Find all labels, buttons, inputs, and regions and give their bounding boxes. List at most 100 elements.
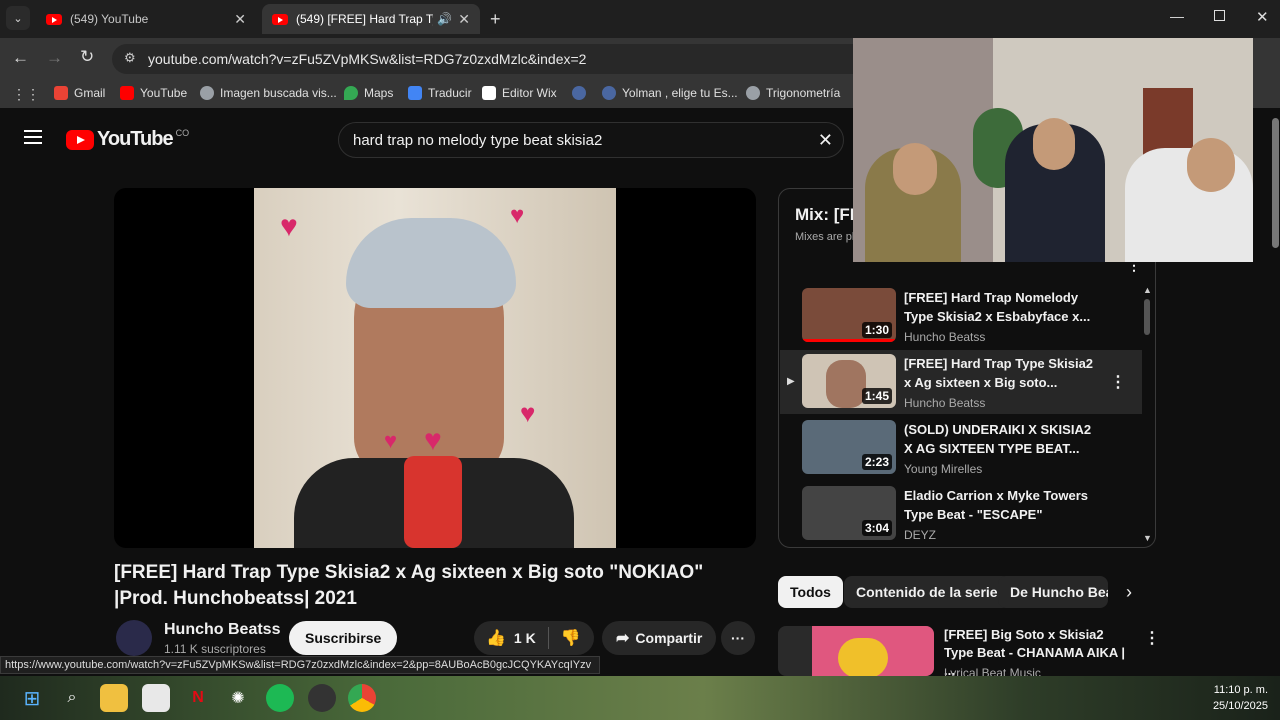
search-input[interactable]: hard trap no melody type beat skisia2 ✕ (338, 122, 844, 158)
youtube-logo[interactable]: YouTube CO (66, 128, 189, 151)
mix-subtitle: Mixes are playlists YouTube makes for yo… (795, 231, 855, 243)
panel-scrollbar[interactable] (1144, 299, 1150, 335)
like-count[interactable]: 1 K (514, 630, 536, 646)
clear-search-icon[interactable]: ✕ (818, 130, 833, 151)
bookmark-youtube[interactable]: YouTube (120, 86, 187, 100)
playlist-item-channel: Huncho Beatss (904, 330, 986, 344)
playlist-item-current[interactable]: ▶ 1:45 [FREE] Hard Trap Type Skisia2 x A… (780, 350, 1142, 414)
recommended-thumbnail[interactable] (778, 626, 934, 676)
silver-hair (346, 218, 516, 308)
bookmark-label: Yolman , elige tu Es... (622, 86, 738, 100)
channel-avatar[interactable] (116, 620, 152, 656)
subscribe-button[interactable]: Suscribirse (289, 621, 398, 655)
item-menu-icon[interactable]: ⋮ (1110, 372, 1126, 392)
file-explorer-icon[interactable] (100, 684, 128, 712)
search-query: hard trap no melody type beat skisia2 (353, 132, 603, 149)
apps-grid-icon[interactable]: ⋮⋮ (12, 86, 40, 103)
playlist-item-title: [FREE] Hard Trap Nomelody Type Skisia2 x… (904, 290, 1091, 324)
store-icon[interactable] (142, 684, 170, 712)
clock-time[interactable]: 11:10 p. m. (1196, 684, 1268, 696)
bookmark-wix[interactable]: Editor Wix (482, 86, 557, 100)
recommended-menu-icon[interactable]: ⋮ (1144, 628, 1160, 648)
back-icon[interactable]: ← (12, 48, 29, 68)
playlist-item[interactable]: 2:23 (SOLD) UNDERAIKI X SKISIA2 X AG SIX… (780, 416, 1142, 480)
windows-start-icon[interactable]: ⊞ (18, 684, 46, 712)
bookmark-label: Trigonometría (766, 86, 841, 100)
face (1033, 118, 1075, 170)
bookmark-imagen[interactable]: Imagen buscada vis... (200, 86, 337, 100)
bookmark-globe[interactable] (572, 86, 592, 100)
menu-icon[interactable] (24, 130, 42, 144)
speaker-icon[interactable]: 🔊 (437, 12, 452, 26)
like-icon[interactable]: 👍 (486, 628, 506, 648)
heart-icon: ♥ (280, 210, 298, 243)
playlist-item-channel: Young Mirelles (904, 462, 983, 476)
bookmark-yolman[interactable]: Yolman , elige tu Es... (602, 86, 738, 100)
share-button[interactable]: ➦ Compartir (602, 621, 717, 655)
close-window-icon[interactable]: ✕ (1256, 8, 1269, 26)
search-icon[interactable]: ⌕ (58, 684, 86, 712)
chrome-icon[interactable] (348, 684, 376, 712)
youtube-logo-text: YouTube (97, 128, 174, 150)
close-tab-icon[interactable]: ✕ (234, 11, 246, 28)
playlist-item-title: Eladio Carrion x Myke Towers Type Beat -… (904, 488, 1088, 522)
netflix-icon[interactable]: N (184, 684, 212, 712)
maps-icon (344, 86, 358, 100)
address-bar[interactable]: ⚙ youtube.com/watch?v=zFu5ZVpMKSw&list=R… (112, 44, 872, 74)
duration-badge: 2:23 (861, 454, 892, 470)
clock-date[interactable]: 25/10/2025 (1196, 700, 1268, 712)
dislike-icon[interactable]: 👎 (561, 628, 581, 648)
video-player[interactable]: ♥ ♥ ♥ ♥ ♥ (114, 188, 756, 548)
chatgpt-icon[interactable]: ✺ (224, 684, 252, 712)
chevron-right-icon[interactable]: › (1126, 582, 1132, 603)
duration-badge: 3:04 (861, 520, 892, 536)
new-tab-icon[interactable]: + (490, 9, 501, 30)
channel-name[interactable]: Huncho Beatss (164, 621, 280, 639)
tab-current-video[interactable]: (549) [FREE] Hard Trap Type Skisia2 x Ag… (262, 4, 480, 34)
mix-title: Mix: [FREE] Hard Trap Type Skisia2 (795, 205, 855, 224)
tab-youtube-home[interactable]: (549) YouTube ✕ (36, 4, 256, 34)
bookmark-maps[interactable]: Maps (344, 86, 393, 100)
url-text: youtube.com/watch?v=zFu5ZVpMKSw&list=RDG… (148, 51, 587, 67)
chip-serie[interactable]: Contenido de la serie (844, 576, 1010, 608)
app-icon[interactable] (308, 684, 336, 712)
minimize-icon[interactable]: — (1170, 8, 1184, 24)
bookmark-label: Imagen buscada vis... (220, 86, 337, 100)
bookmark-trigonometria[interactable]: Trigonometría (746, 86, 840, 100)
globe-icon (200, 86, 214, 100)
duration-badge: 1:45 (861, 388, 892, 404)
share-label: Compartir (635, 630, 703, 646)
translate-icon (408, 86, 422, 100)
reload-icon[interactable]: ↻ (80, 47, 94, 67)
video-frame: ♥ ♥ ♥ ♥ ♥ (254, 188, 616, 548)
divider (547, 627, 549, 649)
scroll-up-icon[interactable]: ▲ (1143, 285, 1152, 295)
chip-huncho[interactable]: De Huncho Beatss (998, 576, 1108, 608)
bookmark-label: Maps (364, 86, 394, 100)
globe-icon (602, 86, 616, 100)
youtube-favicon-icon (272, 13, 288, 25)
youtube-favicon-icon (46, 13, 62, 25)
youtube-play-icon (66, 129, 94, 150)
chip-todos[interactable]: Todos (778, 576, 843, 608)
bookmark-traducir[interactable]: Traducir (408, 86, 472, 100)
tab-title: (549) [FREE] Hard Trap Type Skisia2 x Ag… (296, 12, 433, 26)
site-settings-icon[interactable]: ⚙ (124, 50, 136, 66)
forward-icon[interactable]: → (46, 48, 63, 68)
video-thumbnail: 3:04 (802, 486, 896, 540)
bookmark-gmail[interactable]: Gmail (54, 86, 105, 100)
scroll-down-icon[interactable]: ▼ (1143, 533, 1152, 543)
spotify-icon[interactable] (266, 684, 294, 712)
share-icon: ➦ (616, 630, 630, 647)
playlist-item-title: (SOLD) UNDERAIKI X SKISIA2 X AG SIXTEEN … (904, 422, 1092, 456)
tab-search-icon[interactable]: ⌄ (6, 6, 30, 30)
playlist-item[interactable]: 1:30 [FREE] Hard Trap Nomelody Type Skis… (780, 284, 1142, 348)
playlist-item-title: [FREE] Hard Trap Type Skisia2 x Ag sixte… (904, 356, 1094, 390)
like-dislike-group: 👍 1 K 👎 (474, 621, 594, 655)
maximize-icon[interactable] (1214, 10, 1225, 21)
playlist-item[interactable]: 3:04 Eladio Carrion x Myke Towers Type B… (780, 482, 1142, 546)
more-actions-button[interactable]: ··· (721, 621, 755, 655)
close-tab-icon[interactable]: ✕ (458, 11, 470, 28)
link-status-url: https://www.youtube.com/watch?v=zFu5ZVpM… (0, 656, 600, 674)
page-scrollbar[interactable] (1272, 118, 1279, 248)
